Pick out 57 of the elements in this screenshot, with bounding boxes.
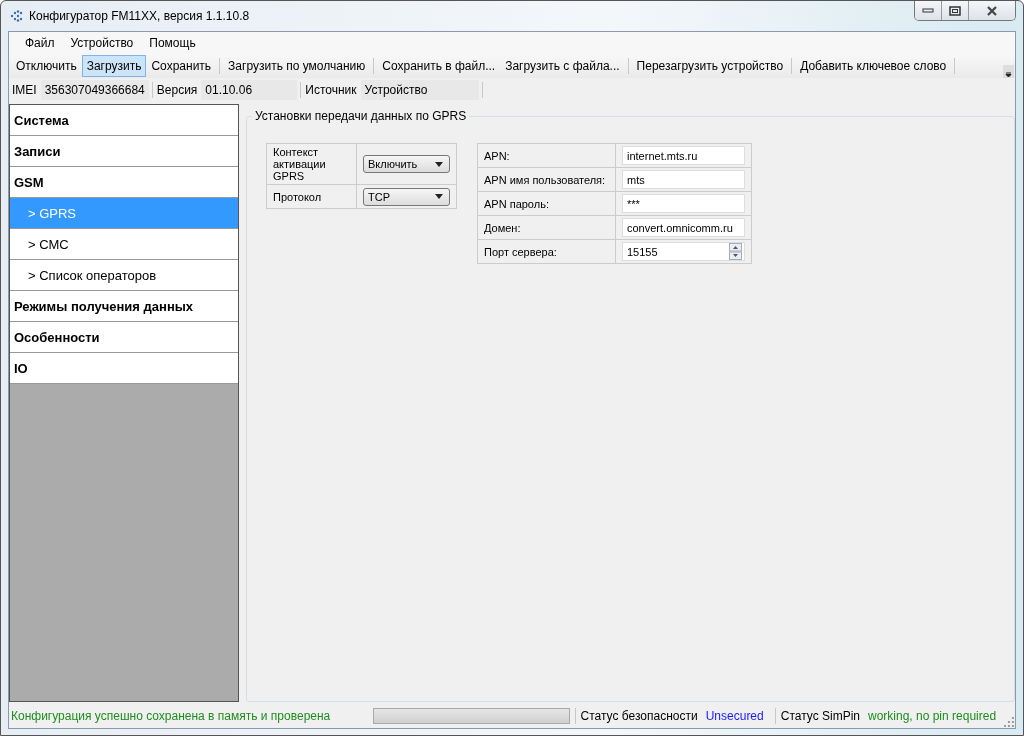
status-message: Конфигурация успешно сохранена в память и проверена (11, 709, 332, 723)
dropdown[interactable]: Включить (363, 155, 450, 173)
toolbar-button[interactable]: Перезагрузить устройство (631, 55, 789, 77)
spinner-icon[interactable] (729, 243, 742, 260)
toolbar-button[interactable]: Сохранить в файл... (377, 55, 501, 77)
minimize-icon (922, 7, 934, 14)
toolbar-button[interactable]: Загрузить (81, 55, 147, 77)
dropdown-arrow-icon (435, 161, 443, 167)
window-title: Конфигуратор FM11XX, версия 1.1.10.8 (29, 9, 250, 23)
menu-item[interactable]: Файл (17, 36, 63, 50)
dropdown-arrow-icon (435, 194, 443, 199)
field-label: Протокол (266, 184, 357, 209)
toolbar-button[interactable]: Загрузить по умолчанию (223, 55, 371, 77)
info-value: 356307049366684 (40, 80, 149, 100)
field-label: Контекст активации GPRS (266, 143, 357, 185)
sidebar-item[interactable]: Записи (10, 136, 238, 167)
toolbar-button[interactable]: Загрузить с файла... (500, 55, 625, 77)
input-field[interactable]: convert.omnicomm.ru (622, 218, 745, 237)
toolbar-button[interactable]: Отключить (11, 55, 82, 77)
info-label: Версия (155, 83, 199, 97)
field-label: APN имя пользователя: (477, 167, 616, 192)
status-value: Unsecured (705, 709, 765, 723)
info-value: 01.10.06 (201, 80, 298, 100)
sidebar-item[interactable]: Особенности (10, 322, 238, 353)
maximize-button[interactable] (942, 1, 969, 20)
overflow-icon[interactable] (1003, 65, 1014, 78)
group-title: Установки передачи данных по GPRS (252, 109, 470, 123)
sidebar-item[interactable]: > Список операторов (10, 260, 238, 291)
info-label: Источник (304, 83, 358, 97)
close-button[interactable] (969, 1, 1015, 20)
input-field[interactable]: *** (622, 194, 745, 213)
sidebar-item[interactable]: IO (10, 353, 238, 384)
field-label: APN: (477, 143, 616, 168)
sidebar-item[interactable]: > СМС (10, 229, 238, 260)
input-field[interactable]: internet.mts.ru (622, 146, 745, 165)
toolbar-button[interactable]: Добавить ключевое слово (795, 55, 952, 77)
status-value: working, no pin required (868, 709, 998, 723)
menu-item[interactable]: Устройство (62, 36, 142, 50)
maximize-icon (949, 5, 961, 16)
status-label: Статус безопасности (579, 709, 699, 723)
sidebar-item[interactable]: Система (10, 105, 238, 136)
sidebar-item[interactable]: Режимы получения данных (10, 291, 238, 322)
menu-item[interactable]: Помощь (141, 36, 204, 50)
dropdown[interactable]: TCP (363, 187, 450, 206)
field-label: Порт сервера: (477, 239, 616, 264)
info-value: Устройство (360, 80, 479, 100)
field-label: Домен: (477, 215, 616, 240)
toolbar-button[interactable]: Сохранить (146, 55, 217, 77)
close-icon (985, 5, 999, 16)
app-icon (10, 10, 24, 22)
status-label: Статус SimPin (779, 709, 861, 723)
info-label: IMEI (11, 83, 38, 97)
number-field[interactable]: 15155 (622, 242, 745, 261)
field-label: APN пароль: (477, 191, 616, 216)
input-field[interactable]: mts (622, 170, 745, 189)
sidebar-item[interactable]: GSM (10, 167, 238, 198)
resize-grip-icon[interactable] (1004, 717, 1014, 727)
